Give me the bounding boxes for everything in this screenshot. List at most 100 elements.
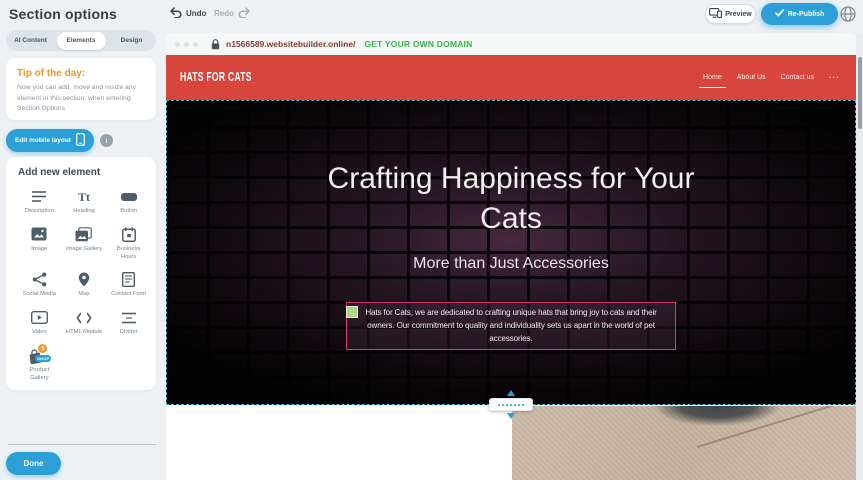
section-resize-handle[interactable] — [489, 398, 533, 411]
check-icon — [775, 9, 784, 19]
image-gallery-icon — [75, 226, 92, 243]
add-element-html-module[interactable]: HTML Module — [63, 309, 106, 337]
nav-more-icon[interactable]: ··· — [829, 73, 840, 82]
add-element-divider[interactable]: Divider — [107, 309, 150, 337]
add-new-element-panel: Add new element Description Tt Heading B… — [6, 157, 156, 390]
heading-icon: Tt — [78, 188, 90, 205]
element-label: Image Gallery — [66, 246, 102, 254]
add-element-image[interactable]: Image — [18, 226, 61, 262]
element-label: HTML Module — [66, 329, 102, 337]
undo-icon — [170, 7, 182, 20]
element-label: Heading — [73, 208, 95, 216]
redo-label: Redo — [214, 9, 234, 18]
description-icon — [31, 188, 47, 205]
page-title: Section options — [9, 6, 117, 22]
next-section-background — [166, 406, 512, 480]
video-icon — [31, 309, 48, 326]
element-label: Video — [32, 329, 47, 337]
tip-body: Now you can add, move and resize any ele… — [17, 83, 146, 115]
preview-button[interactable]: Preview — [705, 4, 756, 24]
element-label: Image — [31, 246, 47, 254]
element-label: Button — [120, 208, 137, 216]
image-icon — [31, 226, 47, 243]
site-logo[interactable]: HATS FOR CATS — [180, 70, 252, 85]
browser-dot — [193, 42, 198, 47]
social-media-icon — [32, 271, 47, 288]
preview-label: Preview — [725, 11, 751, 18]
map-pin-icon — [78, 271, 90, 288]
browser-bar: n1566589.websitebuilder.online/ GET YOUR… — [166, 33, 856, 55]
smartphone-icon — [76, 133, 85, 148]
element-grid: Description Tt Heading Button Image Imag… — [18, 188, 150, 383]
resize-arrow-up-icon — [507, 390, 515, 396]
site-url: n1566589.websitebuilder.online/ — [226, 39, 355, 49]
undo-button[interactable]: Undo — [170, 7, 206, 20]
element-label: Contact Form — [111, 291, 146, 299]
tip-of-the-day-card: Tip of the day: Now you can add, move an… — [6, 58, 156, 120]
selected-text-element[interactable]: Hats for Cats, we are dedicated to craft… — [346, 302, 676, 350]
nav-item-home[interactable]: Home — [703, 74, 722, 81]
edit-mobile-label: Edit mobile layout — [15, 137, 71, 144]
add-element-business-hours[interactable]: Business Hours — [107, 226, 150, 262]
pavement-crack — [697, 406, 856, 447]
html-module-icon — [76, 309, 92, 326]
business-hours-icon — [122, 226, 136, 243]
shop-badge: SHOP — [35, 355, 51, 362]
element-label: Business Hours — [110, 246, 148, 262]
divider-icon — [121, 309, 137, 326]
tip-title: Tip of the day: — [17, 68, 146, 79]
nav-item-contact-us[interactable]: Contact us — [781, 74, 814, 81]
website-builder-app: Section options Undo Redo Preview Re-Pub… — [0, 0, 863, 480]
tab-elements[interactable]: Elements — [57, 32, 106, 50]
add-element-video[interactable]: Video — [18, 309, 61, 337]
resize-arrow-down-icon — [507, 413, 515, 419]
add-element-contact-form[interactable]: Contact Form — [107, 271, 150, 299]
button-icon — [121, 188, 137, 205]
resize-grip — [498, 404, 524, 406]
hero-paragraph: Hats for Cats, we are dedicated to craft… — [356, 307, 666, 345]
add-element-product-gallery[interactable]: $ SHOP Product Gallery — [18, 347, 61, 383]
undo-label: Undo — [186, 9, 206, 18]
language-globe-icon[interactable] — [840, 6, 856, 22]
redo-icon — [238, 7, 250, 20]
site-nav: Home About Us Contact us ··· — [703, 55, 840, 100]
nav-item-about-us[interactable]: About Us — [737, 74, 766, 81]
sidebar-divider — [8, 444, 156, 445]
tab-ai-content[interactable]: AI Content — [6, 30, 55, 51]
lock-icon — [211, 39, 220, 50]
contact-form-icon — [122, 271, 135, 288]
element-label: Divider — [120, 329, 138, 337]
add-element-map[interactable]: Map — [63, 271, 106, 299]
info-icon[interactable]: i — [100, 134, 113, 147]
hero-heading[interactable]: Crafting Happiness for Your Cats — [326, 159, 696, 239]
add-element-social-media[interactable]: Social Media — [18, 271, 61, 299]
hero-section[interactable]: Crafting Happiness for Your Cats More th… — [166, 100, 856, 405]
add-element-description[interactable]: Description — [18, 188, 61, 216]
scrollbar-thumb[interactable] — [858, 57, 862, 129]
browser-dot — [175, 42, 180, 47]
add-element-button[interactable]: Button — [107, 188, 150, 216]
drag-handle[interactable] — [346, 306, 358, 318]
hero-subheading[interactable]: More than Just Accessories — [167, 255, 855, 273]
redo-button[interactable]: Redo — [214, 7, 250, 20]
republish-button[interactable]: Re-Publish — [761, 3, 838, 25]
next-section-image — [512, 406, 856, 480]
site-header: HATS FOR CATS Home About Us Contact us ·… — [166, 55, 856, 100]
devices-icon — [709, 8, 722, 20]
sidebar-tabs: AI Content Elements Design — [6, 30, 156, 51]
browser-dot — [184, 42, 189, 47]
element-label: Map — [78, 291, 89, 299]
scrollbar-track[interactable] — [856, 33, 863, 480]
price-badge: $ — [38, 344, 47, 353]
get-own-domain-link[interactable]: GET YOUR OWN DOMAIN — [364, 39, 472, 49]
element-label: Product Gallery — [20, 367, 58, 383]
done-button[interactable]: Done — [6, 452, 61, 475]
tab-design[interactable]: Design — [107, 30, 156, 51]
republish-label: Re-Publish — [788, 11, 825, 18]
add-element-image-gallery[interactable]: Image Gallery — [63, 226, 106, 262]
element-label: Description — [25, 208, 54, 216]
add-element-title: Add new element — [18, 167, 150, 178]
edit-mobile-layout-button[interactable]: Edit mobile layout — [6, 129, 94, 152]
add-element-heading[interactable]: Tt Heading — [63, 188, 106, 216]
product-gallery-icon: $ SHOP — [26, 347, 52, 364]
